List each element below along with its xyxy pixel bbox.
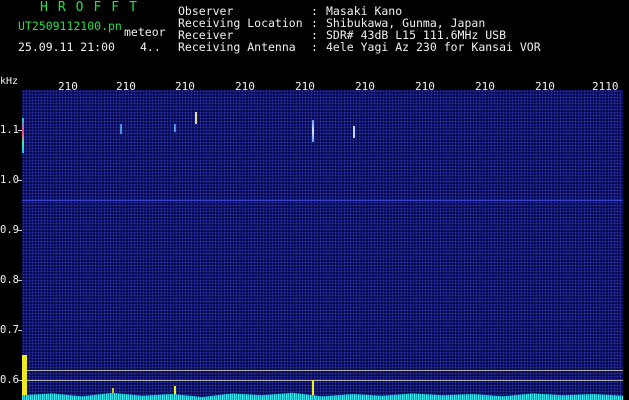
cursor-line xyxy=(22,380,623,381)
meteor-count: 4.. xyxy=(140,40,161,54)
meteor-tag: meteor xyxy=(124,25,166,39)
meteor-echo xyxy=(174,124,176,132)
date-time: 25.09.11 21:00 xyxy=(18,40,115,54)
y-tick-label: 1.1 xyxy=(0,124,19,136)
y-tick-label: 0.9 xyxy=(0,224,19,236)
spectrogram-band xyxy=(22,200,623,201)
antenna-label: Receiving Antenna xyxy=(178,40,296,54)
spectrogram xyxy=(22,90,623,397)
antenna-value: 4ele Yagi Az 230 for Kansai VOR xyxy=(326,40,541,54)
meteor-echo xyxy=(312,120,314,142)
meteor-echo xyxy=(174,386,176,395)
cursor-line xyxy=(22,370,623,371)
signal-bar xyxy=(22,355,27,400)
y-tick-label: 1.0 xyxy=(0,174,19,186)
meteor-echo xyxy=(195,112,197,124)
meteor-echo xyxy=(312,380,314,397)
meteor-echo xyxy=(353,126,355,138)
file-name: UT2509112100.pn xyxy=(18,19,122,33)
meteor-echo xyxy=(22,118,24,153)
y-tick-label: 0.7 xyxy=(0,324,19,336)
y-tick-label: 0.6 xyxy=(0,374,19,386)
separator: : xyxy=(311,40,318,54)
meteor-echo xyxy=(120,124,122,134)
y-tick-label: 0.8 xyxy=(0,274,19,286)
y-axis-unit: kHz xyxy=(0,76,19,87)
app-title: HROFFT xyxy=(40,0,147,15)
